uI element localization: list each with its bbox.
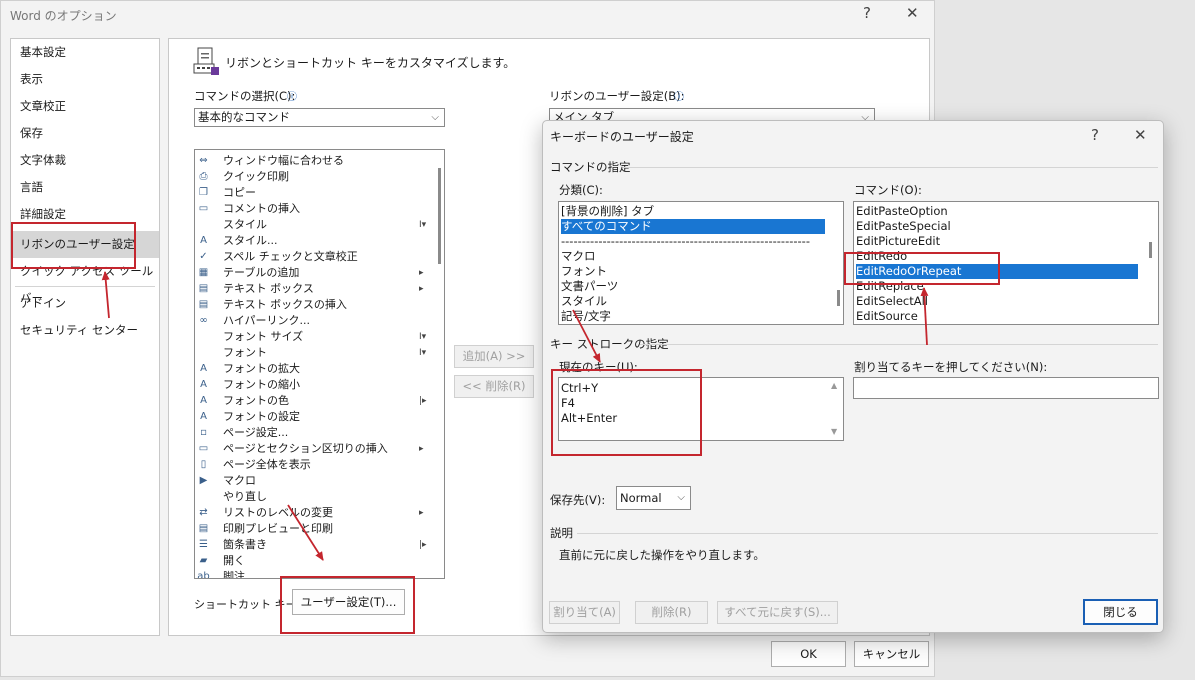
annotation-arrow	[920, 287, 929, 346]
annotation-arrow	[287, 504, 324, 561]
annotation-arrow	[101, 271, 110, 319]
annotation-arrows	[101, 271, 929, 561]
annotation-arrow	[572, 309, 601, 363]
